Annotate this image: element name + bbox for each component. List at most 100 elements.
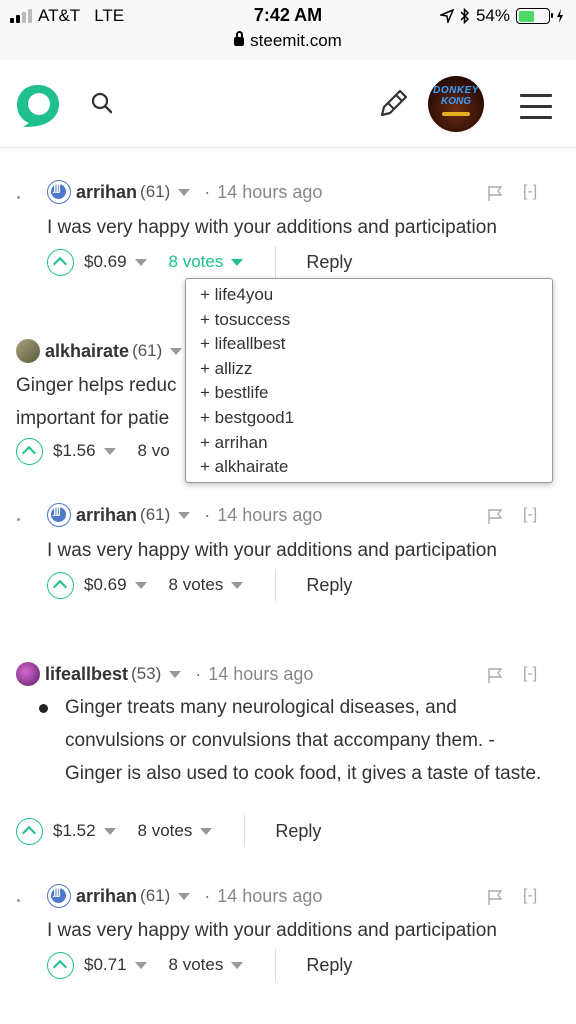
flag-icon[interactable] (487, 889, 503, 906)
collapse-toggle[interactable]: [-] (523, 506, 537, 524)
thread-dot (17, 196, 20, 199)
author-name[interactable]: arrihan (76, 505, 137, 526)
payout-value[interactable]: $1.56 (53, 441, 96, 461)
voter-item[interactable]: + lifeallbest (200, 332, 552, 357)
collapse-toggle[interactable]: [-] (523, 665, 537, 683)
comment-time[interactable]: 14 hours ago (195, 664, 313, 685)
votes-chevron-icon[interactable] (231, 961, 244, 969)
comment-body: I was very happy with your additions and… (47, 914, 497, 947)
comment-line: Ginger treats many neurological diseases… (65, 697, 457, 718)
reply-button[interactable]: Reply (306, 252, 352, 273)
author-menu-chevron-icon[interactable] (178, 892, 191, 900)
steemit-logo-icon[interactable] (14, 82, 62, 128)
collapse-toggle[interactable]: [-] (523, 887, 537, 905)
comment-line: I was very happy with your additions and… (47, 217, 497, 238)
votes-chevron-icon[interactable] (231, 581, 244, 589)
author-name[interactable]: arrihan (76, 886, 137, 907)
battery-percent: 54% (475, 6, 510, 25)
reply-button[interactable]: Reply (275, 821, 321, 842)
upvote-button[interactable] (47, 248, 74, 276)
author-menu-chevron-icon[interactable] (169, 670, 182, 678)
divider (275, 569, 277, 601)
pencil-icon[interactable] (378, 87, 410, 119)
author-name[interactable]: alkhairate (45, 341, 129, 362)
lock-icon (234, 31, 245, 46)
author-menu-chevron-icon[interactable] (178, 188, 191, 196)
location-icon (439, 9, 454, 23)
votes-toggle[interactable]: 8 votes (169, 252, 224, 272)
upvote-button[interactable] (47, 951, 74, 979)
flag-icon[interactable] (487, 185, 503, 202)
author-avatar[interactable] (47, 180, 71, 204)
payout-chevron-icon[interactable] (103, 827, 116, 835)
author-reputation: (61) (140, 886, 171, 905)
payout-value[interactable]: $0.69 (84, 252, 127, 272)
comment-footer: $1.56 8 vo (16, 434, 170, 468)
search-icon[interactable] (91, 92, 113, 114)
author-name[interactable]: arrihan (76, 182, 137, 203)
divider (275, 949, 277, 981)
comment-line: Ginger helps reduc (16, 375, 177, 396)
comment-body: I was very happy with your additions and… (47, 534, 497, 567)
avatar-text-2: KONG (441, 96, 471, 107)
hamburger-menu-icon[interactable] (520, 94, 552, 119)
site-header: DONKEY KONG (0, 60, 576, 148)
comment-header: arrihan (61) 14 hours ago (47, 503, 322, 527)
list-bullet (39, 704, 48, 713)
votes-chevron-icon[interactable] (231, 258, 244, 266)
payout-value[interactable]: $0.69 (84, 575, 127, 595)
flag-icon[interactable] (487, 667, 503, 684)
author-reputation: (53) (131, 664, 162, 683)
battery-icon (516, 8, 553, 24)
upvote-button[interactable] (47, 571, 74, 599)
comment-footer: $0.69 8 votes Reply (47, 245, 352, 279)
reply-button[interactable]: Reply (306, 575, 352, 596)
reply-button[interactable]: Reply (306, 955, 352, 976)
voter-item[interactable]: + alkhairate (200, 455, 552, 480)
user-avatar[interactable]: DONKEY KONG (428, 76, 484, 132)
author-menu-chevron-icon[interactable] (170, 347, 183, 355)
payout-value[interactable]: $0.71 (84, 955, 127, 975)
status-right: 54% (439, 6, 564, 26)
votes-chevron-icon[interactable] (200, 827, 213, 835)
voter-item[interactable]: + allizz (200, 357, 552, 382)
votes-toggle[interactable]: 8 votes (169, 575, 224, 595)
comment-time[interactable]: 14 hours ago (204, 182, 322, 203)
author-avatar[interactable] (16, 339, 40, 363)
comment-time[interactable]: 14 hours ago (204, 505, 322, 526)
votes-toggle[interactable]: 8 vo (138, 441, 170, 461)
url-bar[interactable]: steemit.com (0, 31, 576, 51)
voter-item[interactable]: + tosuccess (200, 308, 552, 333)
author-avatar[interactable] (16, 662, 40, 686)
author-avatar[interactable] (47, 884, 71, 908)
voter-item[interactable]: + life4you (200, 283, 552, 308)
author-reputation: (61) (140, 182, 171, 201)
collapse-toggle[interactable]: [-] (523, 183, 537, 201)
author-avatar[interactable] (47, 503, 71, 527)
author-menu-chevron-icon[interactable] (178, 511, 191, 519)
payout-value[interactable]: $1.52 (53, 821, 96, 841)
comment-header: arrihan (61) 14 hours ago (47, 180, 322, 204)
upvote-button[interactable] (16, 817, 43, 845)
battery-fill (518, 10, 535, 22)
comment-line: important for patie (16, 408, 170, 429)
author-name[interactable]: lifeallbest (45, 664, 128, 685)
votes-toggle[interactable]: 8 votes (169, 955, 224, 975)
charging-icon (557, 9, 563, 23)
votes-toggle[interactable]: 8 votes (138, 821, 193, 841)
comment-header: alkhairate (61) (16, 339, 183, 363)
payout-chevron-icon[interactable] (134, 961, 147, 969)
flag-icon[interactable] (487, 508, 503, 525)
status-bar: AT&T LTE 7:42 AM steemit.com 54% (0, 0, 576, 60)
payout-chevron-icon[interactable] (103, 447, 116, 455)
url-text: steemit.com (250, 31, 342, 50)
voter-item[interactable]: + bestlife (200, 381, 552, 406)
comment-time[interactable]: 14 hours ago (204, 886, 322, 907)
avatar-decoration (442, 112, 470, 116)
payout-chevron-icon[interactable] (134, 258, 147, 266)
comment-body: I was very happy with your additions and… (47, 211, 497, 244)
upvote-button[interactable] (16, 437, 43, 465)
voter-item[interactable]: + arrihan (200, 431, 552, 456)
payout-chevron-icon[interactable] (134, 581, 147, 589)
voter-item[interactable]: + bestgood1 (200, 406, 552, 431)
